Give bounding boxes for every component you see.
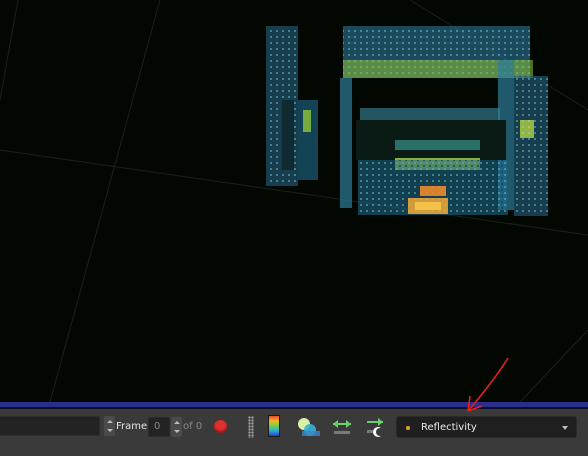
colormap-icon[interactable] (268, 415, 280, 437)
record-icon[interactable] (214, 420, 227, 433)
search-input[interactable] (0, 416, 100, 436)
frame-stepper[interactable] (171, 417, 182, 437)
chevron-down-icon[interactable] (562, 426, 568, 430)
search-stepper[interactable] (104, 416, 115, 436)
range-icon[interactable] (364, 416, 388, 438)
frame-input-value: 0 (154, 421, 161, 432)
point-cloud-viewport[interactable] (0, 0, 588, 402)
color-mode-selected: Reflectivity (421, 422, 477, 433)
frame-input[interactable]: 0 (148, 417, 170, 437)
distance-icon[interactable] (330, 416, 354, 438)
frame-total-label: of 0 (183, 421, 203, 432)
point-cloud-right-structure (340, 26, 548, 216)
point-cloud-left-structure (266, 26, 318, 186)
drag-handle-icon[interactable] (248, 416, 254, 438)
color-mode-dropdown[interactable]: Reflectivity (396, 416, 577, 438)
point-cloud-render[interactable] (0, 0, 588, 402)
frame-label: Frame (116, 421, 148, 432)
dropdown-bullet-icon (406, 426, 410, 430)
point-size-icon[interactable] (296, 416, 320, 438)
